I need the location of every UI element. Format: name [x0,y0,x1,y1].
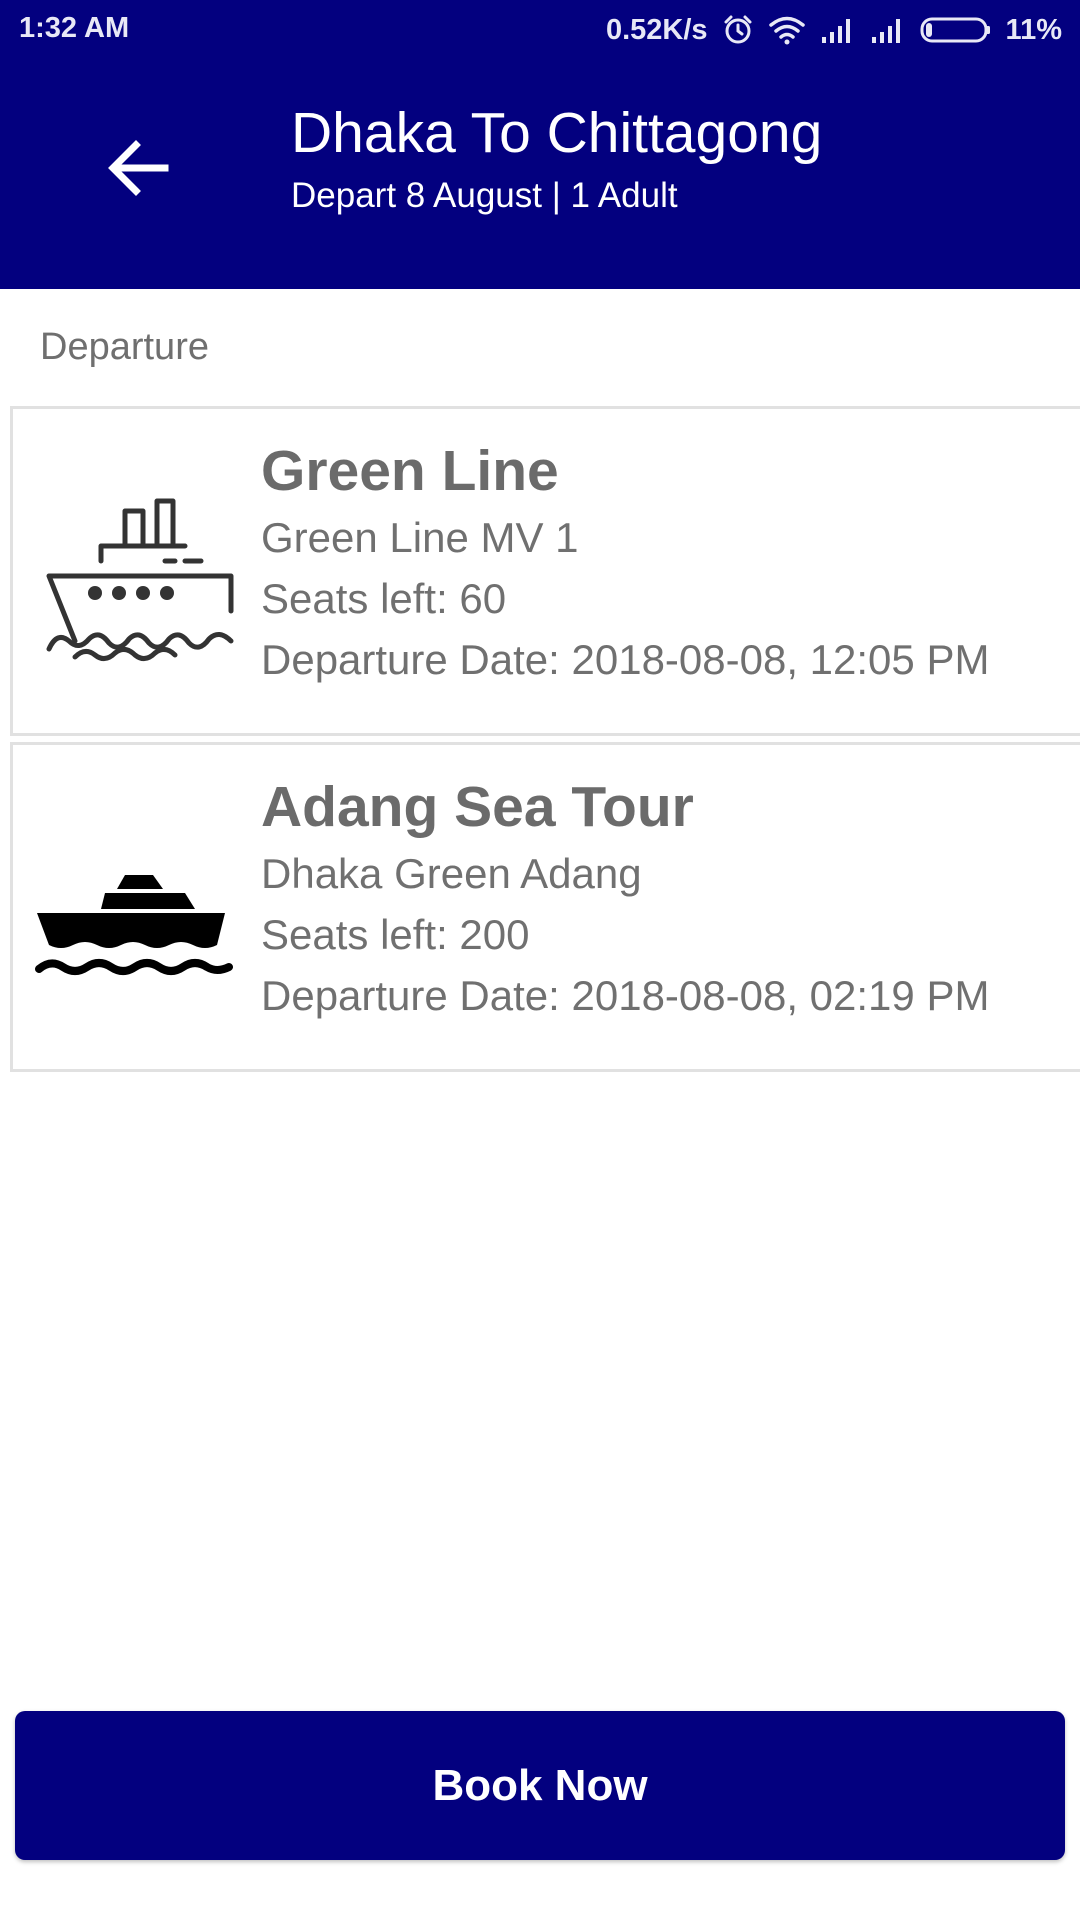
page-title: Dhaka To Chittagong [291,101,823,165]
status-bar: 1:32 AM 0.52K/s 11% [0,0,1080,60]
operator-name: Green Line [261,439,559,503]
departure-date: Departure Date: 2018-08-08, 02:19 PM [261,972,990,1019]
signal-icon [870,15,906,45]
back-button[interactable] [98,128,178,208]
ship-solid-icon [35,813,235,1013]
alarm-icon [722,14,754,46]
trip-card[interactable]: Green Line Green Line MV 1 Seats left: 6… [10,406,1080,736]
trip-details: Green Line Green Line MV 1 Seats left: 6… [261,435,989,690]
section-label: Departure [40,326,209,368]
seats-left: Seats left: 60 [261,575,507,622]
arrow-left-icon [108,140,169,196]
network-speed: 0.52K/s [605,13,708,46]
vessel-name: Dhaka Green Adang [261,850,642,897]
ship-outline-icon [35,481,235,681]
battery-icon [920,16,992,44]
operator-name: Adang Sea Tour [261,775,694,839]
trip-card[interactable]: Adang Sea Tour Dhaka Green Adang Seats l… [10,742,1080,1072]
status-time: 1:32 AM [19,12,130,44]
seats-left: Seats left: 200 [261,911,530,958]
trip-details: Adang Sea Tour Dhaka Green Adang Seats l… [261,771,989,1026]
battery-level: 11% [1005,13,1062,46]
status-icons: 0.52K/s 11% [606,10,1062,50]
book-now-button[interactable]: Book Now [15,1711,1065,1860]
signal-icon [820,15,856,45]
app-bar: 1:32 AM 0.52K/s 11% Dhaka To Chittagong … [0,0,1080,289]
wifi-icon [768,15,806,45]
trip-list-screen: 1:32 AM 0.52K/s 11% Dhaka To Chittagong … [0,0,1080,1920]
vessel-name: Green Line MV 1 [261,514,579,561]
page-subtitle: Depart 8 August | 1 Adult [291,176,678,215]
departure-date: Departure Date: 2018-08-08, 12:05 PM [261,636,990,683]
